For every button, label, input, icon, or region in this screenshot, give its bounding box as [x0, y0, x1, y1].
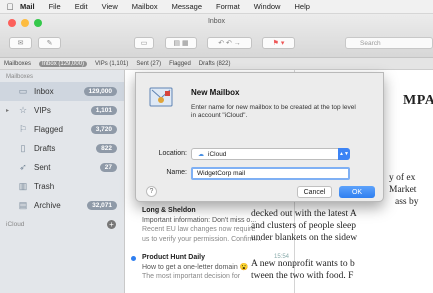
- inbox-icon: ▭: [18, 86, 28, 96]
- article-line: A new nonprofit wants to b: [251, 259, 355, 269]
- get-mail-button[interactable]: ✉: [9, 37, 32, 49]
- delete-junk-buttons[interactable]: ▤ ▦: [165, 37, 197, 49]
- reply-forward-buttons[interactable]: ↶ ↶ →: [207, 37, 252, 49]
- sidebar-item-vips[interactable]: ▸ ☆ VIPs 1,101: [0, 101, 124, 120]
- name-label: Name:: [166, 169, 187, 176]
- article-line: and clusters of people sleep: [251, 221, 356, 231]
- article-line: decked out with the latest A: [251, 209, 357, 219]
- sidebar-item-label: Inbox: [34, 87, 54, 96]
- menu-view[interactable]: View: [102, 2, 118, 11]
- mail-stamp-icon: [149, 87, 173, 107]
- cloud-icon: ☁: [198, 151, 204, 158]
- archive-icon: ▤: [18, 200, 28, 210]
- unread-dot-icon: [131, 256, 136, 261]
- ok-button[interactable]: OK: [339, 186, 375, 198]
- account-label: iCloud: [6, 220, 25, 228]
- sidebar-item-label: Flagged: [34, 125, 63, 134]
- sidebar-item-drafts[interactable]: ▯ Drafts 822: [0, 139, 124, 158]
- unread-badge: 27: [99, 163, 117, 172]
- sidebar-item-label: Drafts: [34, 144, 56, 153]
- unread-badge: 822: [96, 144, 117, 153]
- dialog-description: Enter name for new mailbox to be created…: [191, 104, 356, 119]
- fav-sent[interactable]: Sent (27): [136, 61, 161, 67]
- unread-badge: 3,720: [90, 125, 117, 134]
- archive-button[interactable]: ▭: [134, 37, 154, 49]
- compose-button[interactable]: ✎: [38, 37, 61, 49]
- sidebar-item-label: Sent: [34, 163, 51, 172]
- sidebar-account-icloud[interactable]: iCloud +: [0, 215, 124, 233]
- sidebar-heading: Mailboxes: [6, 74, 34, 80]
- location-label: Location:: [158, 150, 187, 157]
- menu-edit[interactable]: Edit: [75, 2, 88, 11]
- unread-badge: 129,000: [83, 87, 117, 96]
- window-toolbar: Inbox ✉ ✎ ▭ ▤ ▦ ↶ ↶ → ⚑ ▾ Search: [0, 14, 433, 58]
- document-icon: ▯: [20, 143, 26, 153]
- location-select[interactable]: ☁ iCloud ▲▼: [191, 148, 350, 160]
- mail-app-screen:  Mail File Edit View Mailbox Message Fo…: [0, 0, 433, 293]
- trash-toolbar-icon: ▤ ▦: [173, 40, 189, 47]
- article-line: ass by: [395, 197, 419, 207]
- sidebar-item-label: Trash: [34, 182, 55, 191]
- mailbox-name-field[interactable]: WidgetCorp mail: [191, 167, 350, 180]
- menu-message[interactable]: Message: [172, 2, 202, 11]
- dialog-title: New Mailbox: [191, 88, 240, 97]
- article-line: tween the two with food. F: [251, 271, 354, 281]
- article-line: under blankets on the sidew: [251, 233, 358, 243]
- fav-drafts[interactable]: Drafts (822): [199, 61, 231, 67]
- chevron-up-down-icon: ▲▼: [338, 148, 350, 160]
- reply-icon: ↶ ↶ →: [218, 40, 241, 47]
- menu-app-name[interactable]: Mail: [20, 2, 35, 11]
- flag-toolbar-icon: ⚑ ▾: [272, 40, 285, 47]
- fav-inbox[interactable]: Inbox (129,000): [39, 60, 88, 67]
- search-placeholder: Search: [360, 39, 381, 47]
- sidebar-item-label: VIPs: [34, 106, 51, 115]
- menu-help[interactable]: Help: [294, 2, 309, 11]
- flag-icon: ⚐: [18, 124, 28, 134]
- envelope-icon: ✉: [17, 40, 24, 47]
- mailbox-sidebar: Mailboxes ▭ Inbox 129,000 ▸ ☆ VIPs 1,101…: [0, 70, 125, 293]
- sidebar-item-archive[interactable]: ▤ Archive 32,071: [0, 196, 124, 215]
- sidebar-item-sent[interactable]: ➶ Sent 27: [0, 158, 124, 177]
- article-line: Market: [389, 185, 417, 195]
- search-field[interactable]: Search: [345, 37, 433, 49]
- sidebar-item-flagged[interactable]: ⚐ Flagged 3,720: [0, 120, 124, 139]
- favorites-bar: Mailboxes Inbox (129,000) VIPs (1,101) S…: [0, 58, 433, 70]
- cancel-button[interactable]: Cancel: [297, 186, 332, 198]
- fav-vips[interactable]: VIPs (1,101): [95, 61, 128, 67]
- new-mailbox-dialog: New Mailbox Enter name for new mailbox t…: [135, 72, 384, 202]
- sidebar-item-inbox[interactable]: ▭ Inbox 129,000: [0, 82, 124, 101]
- menu-window[interactable]: Window: [254, 2, 281, 11]
- add-mailbox-icon[interactable]: +: [107, 219, 116, 229]
- menu-bar:  Mail File Edit View Mailbox Message Fo…: [0, 0, 433, 14]
- article-line: y of ex: [389, 173, 416, 183]
- window-title: Inbox: [207, 18, 226, 25]
- compose-icon: ✎: [46, 40, 53, 47]
- menu-format[interactable]: Format: [216, 2, 240, 11]
- flag-button[interactable]: ⚑ ▾: [262, 37, 295, 49]
- mailbox-name-value: WidgetCorp mail: [197, 170, 246, 177]
- fav-mailboxes[interactable]: Mailboxes: [4, 61, 31, 67]
- unread-badge: 1,101: [90, 106, 117, 115]
- star-icon: ☆: [18, 105, 28, 115]
- help-button[interactable]: ?: [146, 186, 157, 197]
- menu-file[interactable]: File: [49, 2, 61, 11]
- apple-menu-icon[interactable]: : [0, 2, 20, 12]
- menu-mailbox[interactable]: Mailbox: [132, 2, 158, 11]
- location-value: iCloud: [208, 150, 227, 158]
- article-header: MPA: [403, 93, 433, 108]
- question-mark-icon: ?: [149, 188, 154, 195]
- trash-icon: ▥: [18, 181, 28, 191]
- archive-box-icon: ▭: [140, 40, 148, 47]
- disclosure-triangle-icon[interactable]: ▸: [6, 107, 9, 114]
- fav-flagged[interactable]: Flagged: [169, 61, 191, 67]
- unread-badge: 32,071: [87, 201, 117, 210]
- sidebar-item-trash[interactable]: ▥ Trash: [0, 177, 124, 196]
- sidebar-item-label: Archive: [34, 201, 61, 210]
- paper-plane-icon: ➶: [19, 162, 27, 172]
